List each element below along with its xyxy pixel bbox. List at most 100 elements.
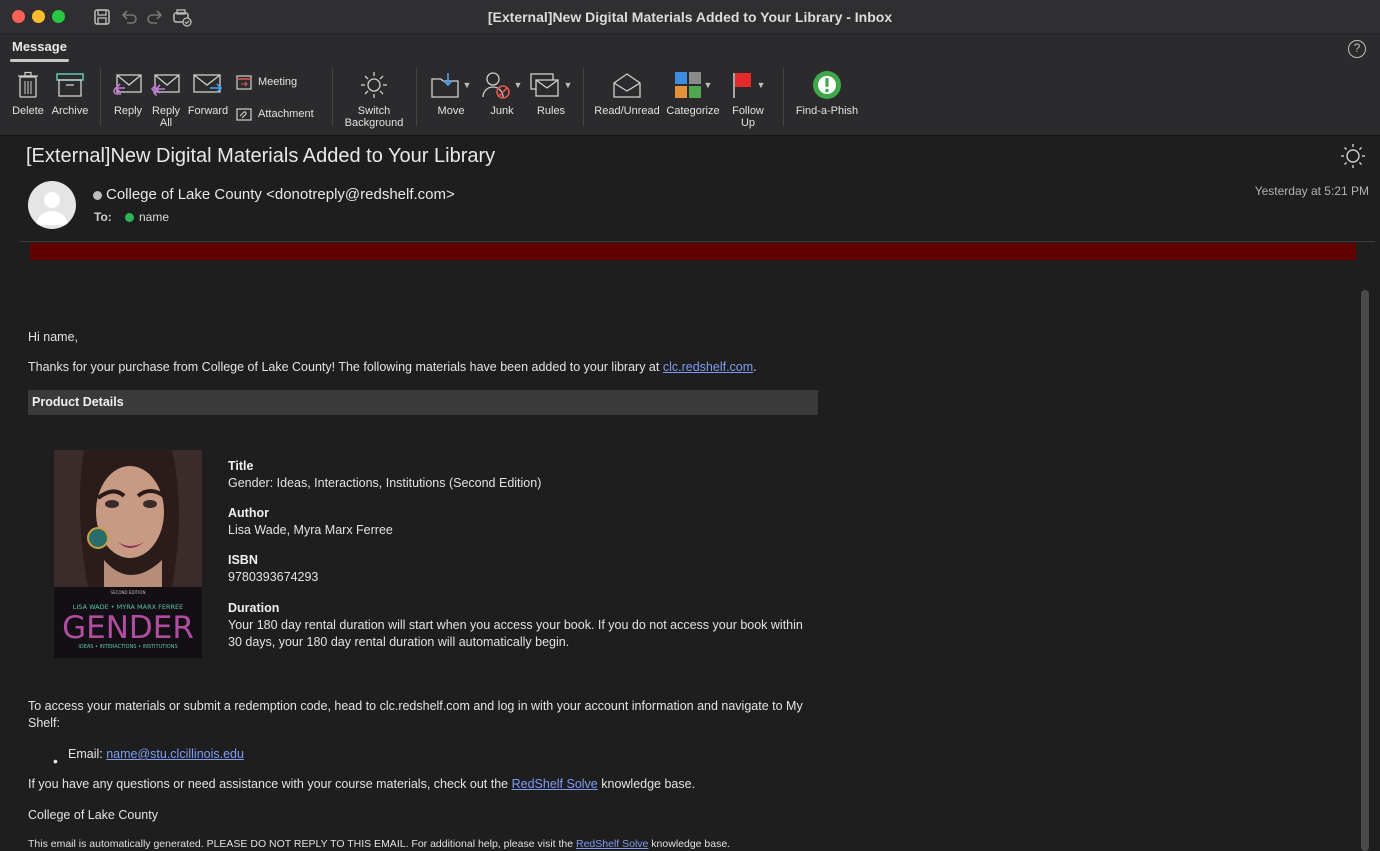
chevron-down-icon: ▼ xyxy=(563,80,573,90)
scrollbar[interactable] xyxy=(1361,290,1369,851)
sender-name[interactable]: College of Lake County <donotreply@redsh… xyxy=(106,186,455,203)
rules-label: Rules xyxy=(536,105,566,117)
rules-icon xyxy=(529,73,559,97)
trash-icon xyxy=(18,71,38,98)
reply-all-button[interactable]: Reply All xyxy=(148,70,184,129)
cover-title: GENDER xyxy=(62,610,194,646)
chevron-down-icon: ▼ xyxy=(756,80,766,90)
tab-message[interactable]: Message xyxy=(12,39,67,54)
questions-end: knowledge base. xyxy=(597,777,696,791)
recipient-check-icon xyxy=(125,213,134,222)
email-line: Email: name@stu.clcillinois.edu xyxy=(68,746,244,763)
email-banner xyxy=(30,243,1356,260)
rules-button[interactable]: ▼ Rules xyxy=(528,70,574,117)
footer-end: knowledge base. xyxy=(648,838,731,850)
title-value: Gender: Ideas, Interactions, Institution… xyxy=(228,476,542,490)
chevron-down-icon: ▼ xyxy=(462,80,472,90)
chevron-down-icon: ▼ xyxy=(703,80,713,90)
email-link[interactable]: name@stu.clcillinois.edu xyxy=(106,747,244,761)
cover-subtitle: IDEAS • INTERACTIONS • INSTITUTIONS xyxy=(78,644,177,650)
junk-label: Junk xyxy=(490,105,514,117)
move-button[interactable]: ▼ Move xyxy=(428,70,474,117)
intro-text: Thanks for your purchase from College of… xyxy=(28,360,663,374)
move-label: Move xyxy=(437,105,465,117)
reply-icon xyxy=(113,74,142,95)
archive-button[interactable]: Archive xyxy=(50,70,90,117)
access-line-2: Shelf: xyxy=(28,716,60,730)
cover-edition: SECOND EDITION xyxy=(111,590,146,595)
active-tab-indicator xyxy=(10,59,69,62)
switch-background-label-1: Switch xyxy=(357,105,391,117)
help-icon[interactable]: ? xyxy=(1348,40,1366,58)
meeting-button[interactable]: Meeting xyxy=(236,74,297,90)
switch-background-label-2: Background xyxy=(344,117,404,129)
author-label: Author xyxy=(228,506,269,520)
signature: College of Lake County xyxy=(28,808,158,822)
footer-solve-link[interactable]: RedShelf Solve xyxy=(576,838,648,850)
title-bar: [External]New Digital Materials Added to… xyxy=(0,0,1380,34)
background-toggle-icon[interactable] xyxy=(1340,143,1366,169)
access-line-1: To access your materials or submit a red… xyxy=(28,699,803,713)
reply-all-label-1: Reply xyxy=(151,105,181,117)
phish-alert-icon xyxy=(813,71,841,99)
product-details-title: Product Details xyxy=(32,395,124,409)
find-a-phish-button[interactable]: Find-a-Phish xyxy=(794,70,860,117)
delete-label: Delete xyxy=(12,105,44,117)
presence-status-icon xyxy=(93,191,102,200)
read-unread-label: Read/Unread xyxy=(594,105,660,117)
reply-button[interactable]: Reply xyxy=(110,70,146,117)
archive-icon xyxy=(56,73,84,97)
person-icon xyxy=(36,192,68,225)
bullet-dot: • xyxy=(53,753,58,769)
junk-icon xyxy=(481,72,510,99)
meeting-label: Meeting xyxy=(258,76,298,88)
header-divider xyxy=(20,241,1375,242)
follow-up-button[interactable]: ▼ Follow Up xyxy=(728,70,768,129)
ribbon: Message ? Delete Archive Reply Reply All… xyxy=(0,34,1380,136)
follow-up-label-2: Up xyxy=(740,117,756,129)
follow-up-label-1: Follow xyxy=(732,105,764,117)
window-title: [External]New Digital Materials Added to… xyxy=(487,9,893,25)
duration-line-1: Your 180 day rental duration will start … xyxy=(228,618,803,632)
greeting: Hi name, xyxy=(28,330,79,344)
message-subject: [External]New Digital Materials Added to… xyxy=(26,145,496,167)
reply-all-icon xyxy=(151,74,180,96)
separator xyxy=(583,68,584,126)
sender-avatar[interactable] xyxy=(28,181,76,229)
footer-text: This email is automatically generated. P… xyxy=(28,838,576,850)
recipient-name[interactable]: name xyxy=(139,210,169,224)
categorize-label: Categorize xyxy=(666,105,720,117)
move-folder-icon xyxy=(430,73,459,98)
received-date: Yesterday at 5:21 PM xyxy=(1254,184,1369,198)
product-details-header: Product Details xyxy=(28,390,818,415)
title-label: Title xyxy=(228,459,254,473)
intro-paragraph: Thanks for your purchase from College of… xyxy=(28,359,757,376)
to-label: To: xyxy=(94,210,112,224)
attachment-label: Attachment xyxy=(258,108,314,120)
questions-text: If you have any questions or need assist… xyxy=(28,777,512,791)
categorize-button[interactable]: ▼ Categorize xyxy=(664,70,722,117)
envelope-open-icon xyxy=(613,73,641,98)
flag-icon xyxy=(732,73,751,98)
duration-label: Duration xyxy=(228,601,280,615)
delete-button[interactable]: Delete xyxy=(10,70,46,117)
separator xyxy=(783,68,784,126)
attachment-icon xyxy=(236,108,252,121)
reply-all-label-2: All xyxy=(159,117,173,129)
isbn-value: 9780393674293 xyxy=(228,570,319,584)
reply-label: Reply xyxy=(113,105,143,117)
book-cover-art: SECOND EDITION LISA WADE • MYRA MARX FER… xyxy=(54,450,202,658)
forward-button[interactable]: Forward xyxy=(186,70,230,117)
attachment-button[interactable]: Attachment xyxy=(236,106,314,122)
redshelf-solve-link[interactable]: RedShelf Solve xyxy=(512,777,598,791)
read-unread-button[interactable]: Read/Unread xyxy=(594,70,660,117)
sun-icon xyxy=(361,72,387,98)
book-cover: SECOND EDITION LISA WADE • MYRA MARX FER… xyxy=(54,450,202,658)
duration-line-2: 30 days, your 180 day rental duration wi… xyxy=(228,635,570,649)
junk-button[interactable]: ▼ Junk xyxy=(480,70,524,117)
library-link[interactable]: clc.redshelf.com xyxy=(663,360,753,374)
isbn-label: ISBN xyxy=(228,553,258,567)
switch-background-button[interactable]: Switch Background xyxy=(340,70,408,129)
email-label: Email: xyxy=(68,747,107,761)
author-value: Lisa Wade, Myra Marx Ferree xyxy=(228,523,393,537)
